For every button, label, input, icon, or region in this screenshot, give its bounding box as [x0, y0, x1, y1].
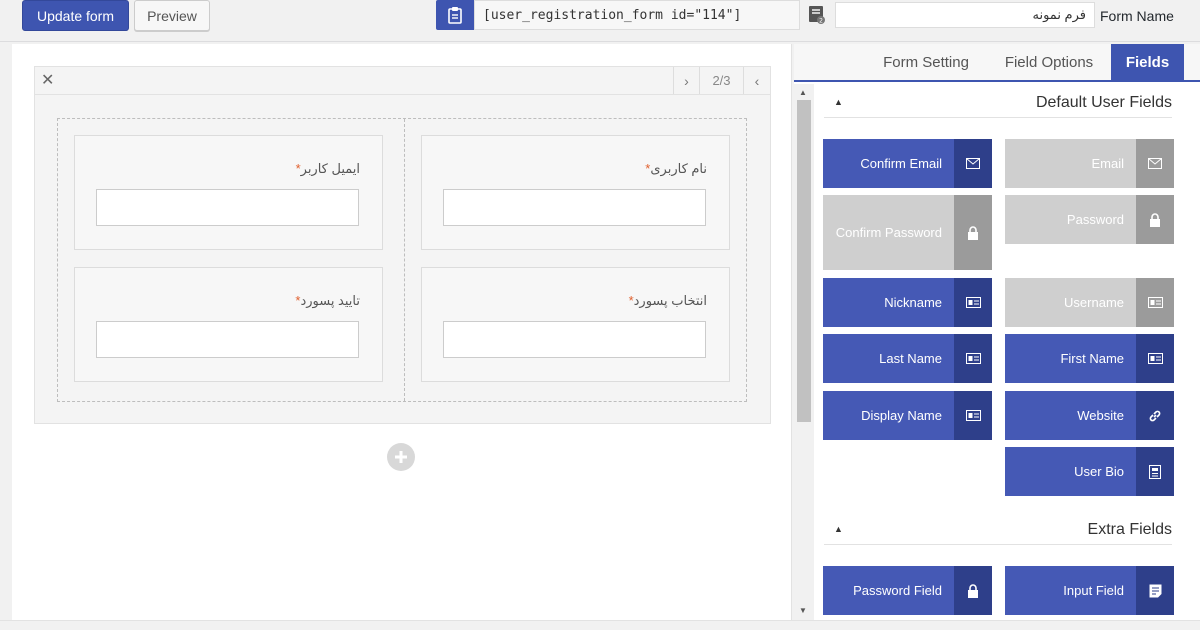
form-name-input[interactable]: فرم نمونه [835, 2, 1095, 28]
lock-icon [1136, 195, 1174, 244]
field-button-label: Email [1005, 139, 1136, 188]
scroll-thumb[interactable] [797, 100, 811, 422]
tab-form-setting[interactable]: Form Setting [868, 44, 984, 80]
lock-icon [954, 566, 992, 615]
chevron-right-icon[interactable]: › [673, 67, 699, 94]
form-name-label: Form Name [1100, 8, 1174, 24]
svg-text:2: 2 [819, 18, 823, 25]
field-button-password[interactable]: Password [1005, 195, 1174, 244]
field-input[interactable] [443, 189, 706, 226]
row-grid: ایمیل کاربر* نام کاربری* تایید پسورد* ان… [57, 118, 747, 402]
field-input[interactable] [96, 321, 359, 358]
envelope-icon [1136, 139, 1174, 188]
section-title: Default User Fields [1035, 94, 1172, 111]
field-button-label: Confirm Email [823, 139, 954, 188]
section-title: Extra Fields [1087, 521, 1172, 538]
field-card-email[interactable]: ایمیل کاربر* [74, 135, 383, 250]
field-button-label: User Bio [1005, 447, 1136, 496]
id-card-icon [1136, 278, 1174, 327]
envelope-icon [954, 139, 992, 188]
field-card-username[interactable]: نام کاربری* [421, 135, 730, 250]
field-button-email[interactable]: Email [1005, 139, 1174, 188]
form-row: ✕ › 2/3 ‹ ایمیل کاربر* نام کاربری* تایید… [34, 66, 771, 424]
field-button-label: Password Field [823, 566, 954, 615]
id-card-icon [1136, 334, 1174, 383]
field-button-first-name[interactable]: First Name [1005, 334, 1174, 383]
field-label: تایید پسورد* [295, 293, 360, 308]
link-icon [1136, 391, 1174, 440]
field-button-confirm-email[interactable]: Confirm Email [823, 139, 992, 188]
field-label: ایمیل کاربر* [295, 161, 360, 176]
tab-field-options[interactable]: Field Options [990, 44, 1108, 80]
form-builder-canvas: ✕ › 2/3 ‹ ایمیل کاربر* نام کاربری* تایید… [12, 44, 792, 620]
collapse-caret-icon[interactable]: ▲ [834, 524, 843, 534]
bottom-strip [0, 620, 1200, 630]
field-button-confirm-password[interactable]: Confirm Password [823, 195, 992, 270]
text-lines-icon [1136, 566, 1174, 615]
field-button-display-name[interactable]: Display Name [823, 391, 992, 440]
top-toolbar: Update form Preview [user_registration_f… [0, 0, 1200, 42]
field-button-label: Password [1005, 195, 1136, 244]
field-button-label: Display Name [823, 391, 954, 440]
field-button-label: Input Field [1005, 566, 1136, 615]
field-button-nickname[interactable]: Nickname [823, 278, 992, 327]
scroll-down-icon[interactable]: ▼ [799, 606, 807, 615]
copy-shortcode-icon[interactable] [436, 0, 474, 30]
field-button-username[interactable]: Username [1005, 278, 1174, 327]
panel-scrollbar[interactable]: ▲ ▼ [794, 84, 814, 620]
lock-icon [954, 195, 992, 270]
field-button-password-field[interactable]: Password Field [823, 566, 992, 615]
id-card-icon [954, 334, 992, 383]
field-button-label: Last Name [823, 334, 954, 383]
field-button-label: Confirm Password [823, 195, 954, 270]
field-input[interactable] [96, 189, 359, 226]
field-label: انتخاب پسورد* [628, 293, 707, 308]
fields-panel: Form Setting Field Options Fields ▲ ▼ ▲ … [794, 44, 1200, 620]
panel-tabs: Form Setting Field Options Fields [794, 44, 1200, 82]
field-input[interactable] [443, 321, 706, 358]
field-label: نام کاربری* [645, 161, 707, 176]
field-button-label: First Name [1005, 334, 1136, 383]
close-icon[interactable]: ✕ [41, 72, 54, 90]
id-card-icon [954, 391, 992, 440]
field-button-website[interactable]: Website [1005, 391, 1174, 440]
profile-icon [1136, 447, 1174, 496]
chevron-left-icon[interactable]: ‹ [743, 67, 770, 94]
collapse-caret-icon[interactable]: ▲ [834, 97, 843, 107]
page-counter: 2/3 [699, 67, 743, 94]
section-default-user-fields[interactable]: ▲ Default User Fields [824, 88, 1172, 118]
field-button-label: Website [1005, 391, 1136, 440]
scroll-up-icon[interactable]: ▲ [799, 88, 807, 97]
tab-fields[interactable]: Fields [1111, 44, 1184, 80]
shortcode-field[interactable]: [user_registration_form id="114"] [474, 0, 800, 30]
update-form-button[interactable]: Update form [22, 0, 129, 31]
field-button-input-field[interactable]: Input Field [1005, 566, 1174, 615]
field-card-confirm-password[interactable]: تایید پسورد* [74, 267, 383, 382]
column-divider [404, 119, 405, 401]
id-card-icon [954, 278, 992, 327]
preview-button[interactable]: Preview [134, 0, 210, 31]
form-name-icon: 2 [806, 4, 828, 26]
row-header: ✕ › 2/3 ‹ [35, 67, 770, 95]
field-button-label: Nickname [823, 278, 954, 327]
field-button-user-bio[interactable]: User Bio [1005, 447, 1174, 496]
add-row-icon[interactable] [387, 443, 415, 471]
field-button-last-name[interactable]: Last Name [823, 334, 992, 383]
field-card-choose-password[interactable]: انتخاب پسورد* [421, 267, 730, 382]
section-extra-fields[interactable]: ▲ Extra Fields [824, 515, 1172, 545]
field-button-label: Username [1005, 278, 1136, 327]
